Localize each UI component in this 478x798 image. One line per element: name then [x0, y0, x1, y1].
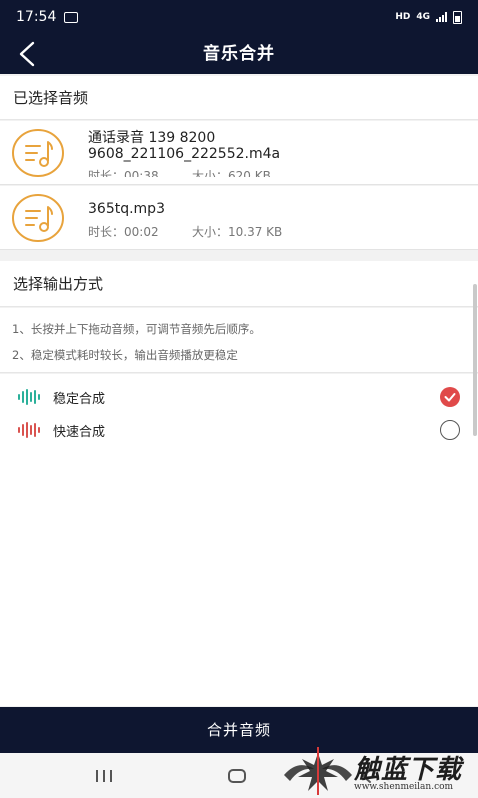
radio-unchecked-icon[interactable] [440, 420, 460, 440]
file-duration: 时长：00:02 [88, 225, 159, 239]
file-duration: 时长：00:38 [88, 169, 159, 177]
hd-indicator: HD [395, 12, 411, 22]
audio-list-item[interactable]: 365tq.mp3 时长：00:02 大小：10.37 KB [0, 186, 478, 250]
selected-audio-heading: 已选择音频 [0, 76, 478, 120]
scrollbar[interactable] [473, 284, 477, 436]
watermark-url: www.shenmeilan.com [354, 782, 454, 792]
option-label: 快速合成 [53, 425, 106, 440]
file-name: 365tq.mp3 [88, 201, 165, 217]
watermark-text: 触蓝下载 [354, 755, 463, 785]
option-label: 稳定合成 [53, 392, 106, 407]
audio-list-item[interactable]: 通话录音 139 8200 9608_221106_222552.m4a 时长：… [0, 121, 478, 185]
tip-text: 2、稳定模式耗时较长，输出音频播放更稳定 [12, 348, 238, 362]
battery-icon [453, 10, 462, 24]
radio-checked-icon[interactable] [440, 387, 460, 407]
status-time: 17:54 [16, 9, 57, 25]
file-meta: 时长：00:38 大小：620 KB [88, 167, 388, 177]
file-size: 大小：10.37 KB [192, 225, 283, 239]
option-stable-merge[interactable]: 稳定合成 [0, 382, 478, 412]
status-indicators: HD 4G [395, 10, 462, 24]
network-indicator: 4G [416, 12, 430, 22]
home-icon[interactable] [228, 769, 246, 783]
page-title: 音乐合并 [203, 44, 275, 64]
tip-text: 1、长按并上下拖动音频，可调节音频先后顺序。 [12, 322, 261, 336]
music-file-icon [12, 129, 64, 177]
waveform-icon [18, 389, 40, 405]
file-name: 通话录音 139 8200 9608_221106_222552.m4a [88, 130, 281, 162]
tips-panel: 1、长按并上下拖动音频，可调节音频先后顺序。 2、稳定模式耗时较长，输出音频播放… [0, 308, 478, 373]
output-options: 稳定合成 快速合成 [0, 374, 478, 706]
option-fast-merge[interactable]: 快速合成 [0, 415, 478, 445]
file-size: 大小：620 KB [192, 169, 271, 177]
output-mode-heading: 选择输出方式 [0, 261, 478, 307]
title-bar: 音乐合并 [0, 34, 478, 74]
signal-icon [436, 12, 447, 22]
music-file-icon [12, 194, 64, 242]
file-meta: 时长：00:02 大小：10.37 KB [88, 223, 388, 240]
image-icon [64, 11, 79, 23]
status-bar: 17:54 HD 4G [0, 0, 478, 34]
recent-apps-icon[interactable] [96, 770, 112, 782]
waveform-icon [18, 422, 40, 438]
